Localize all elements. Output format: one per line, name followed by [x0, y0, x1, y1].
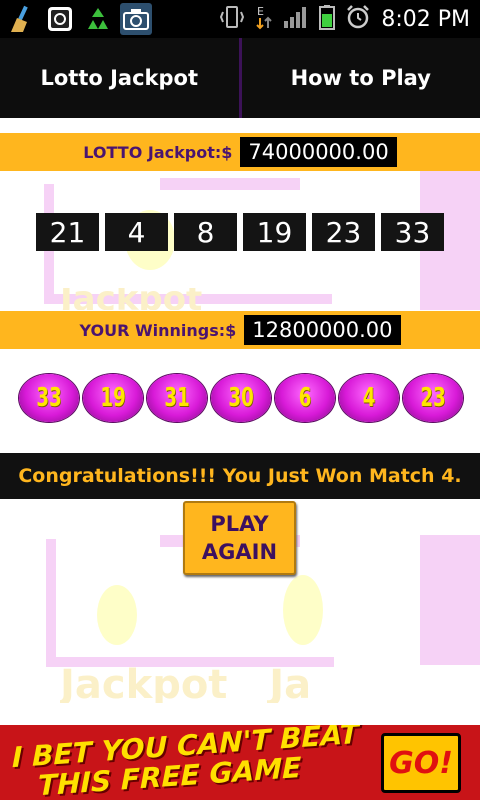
drawn-number: 21 [36, 213, 99, 251]
drawn-number: 33 [381, 213, 444, 251]
battery-icon [319, 4, 336, 34]
tab-how-to-play[interactable]: How to Play [242, 38, 480, 118]
lotto-ball: 6 [275, 374, 335, 422]
lotto-ball: 30 [211, 374, 271, 422]
lotto-ball: 23 [403, 374, 463, 422]
status-time: 8:02 PM [381, 6, 470, 32]
alarm-icon [345, 4, 371, 34]
data-e-icon: E [255, 4, 273, 34]
broom-icon [6, 3, 38, 35]
play-again-line2: AGAIN [201, 540, 278, 564]
app-screen: E 8:02 PM Lotto Jackpot How to Play Jack… [0, 0, 480, 800]
winnings-bar: YOUR Winnings:$ 12800000.00 [0, 311, 480, 349]
lotto-ball: 33 [19, 374, 79, 422]
drawn-number: 23 [312, 213, 375, 251]
jackpot-value: 74000000.00 [240, 137, 397, 167]
result-message: Congratulations!!! You Just Won Match 4. [0, 453, 480, 499]
jackpot-bar: LOTTO Jackpot:$ 74000000.00 [0, 133, 480, 171]
camera-icon [120, 3, 152, 35]
instagram-icon [44, 3, 76, 35]
lotto-ball: 19 [83, 374, 143, 422]
winnings-label: YOUR Winnings:$ [79, 320, 237, 340]
vibrate-icon [219, 4, 245, 34]
ad-banner[interactable]: I BET YOU CAN'T BEAT THIS FREE GAME GO! [0, 725, 480, 800]
tab-lotto-jackpot[interactable]: Lotto Jackpot [0, 38, 239, 118]
ad-headline: I BET YOU CAN'T BEAT THIS FREE GAME [12, 725, 359, 800]
status-bar: E 8:02 PM [0, 0, 480, 38]
drawn-number: 19 [243, 213, 306, 251]
svg-text:E: E [257, 5, 264, 18]
drawn-number: 8 [174, 213, 237, 251]
lotto-ball: 31 [147, 374, 207, 422]
drawn-number: 4 [105, 213, 168, 251]
ad-go-button[interactable]: GO! [381, 733, 461, 793]
tab-bar: Lotto Jackpot How to Play [0, 38, 480, 118]
lotto-ball: 4 [339, 374, 399, 422]
recycle-icon [82, 3, 114, 35]
play-again-line1: PLAY [210, 512, 269, 536]
winnings-value: 12800000.00 [244, 315, 401, 345]
jackpot-label: LOTTO Jackpot:$ [83, 142, 233, 162]
player-balls: 33 19 31 30 6 4 23 [19, 374, 463, 422]
signal-icon [283, 5, 309, 33]
play-again-button[interactable]: PLAY AGAIN [183, 501, 296, 575]
drawn-numbers: 21 4 8 19 23 33 [0, 213, 480, 251]
